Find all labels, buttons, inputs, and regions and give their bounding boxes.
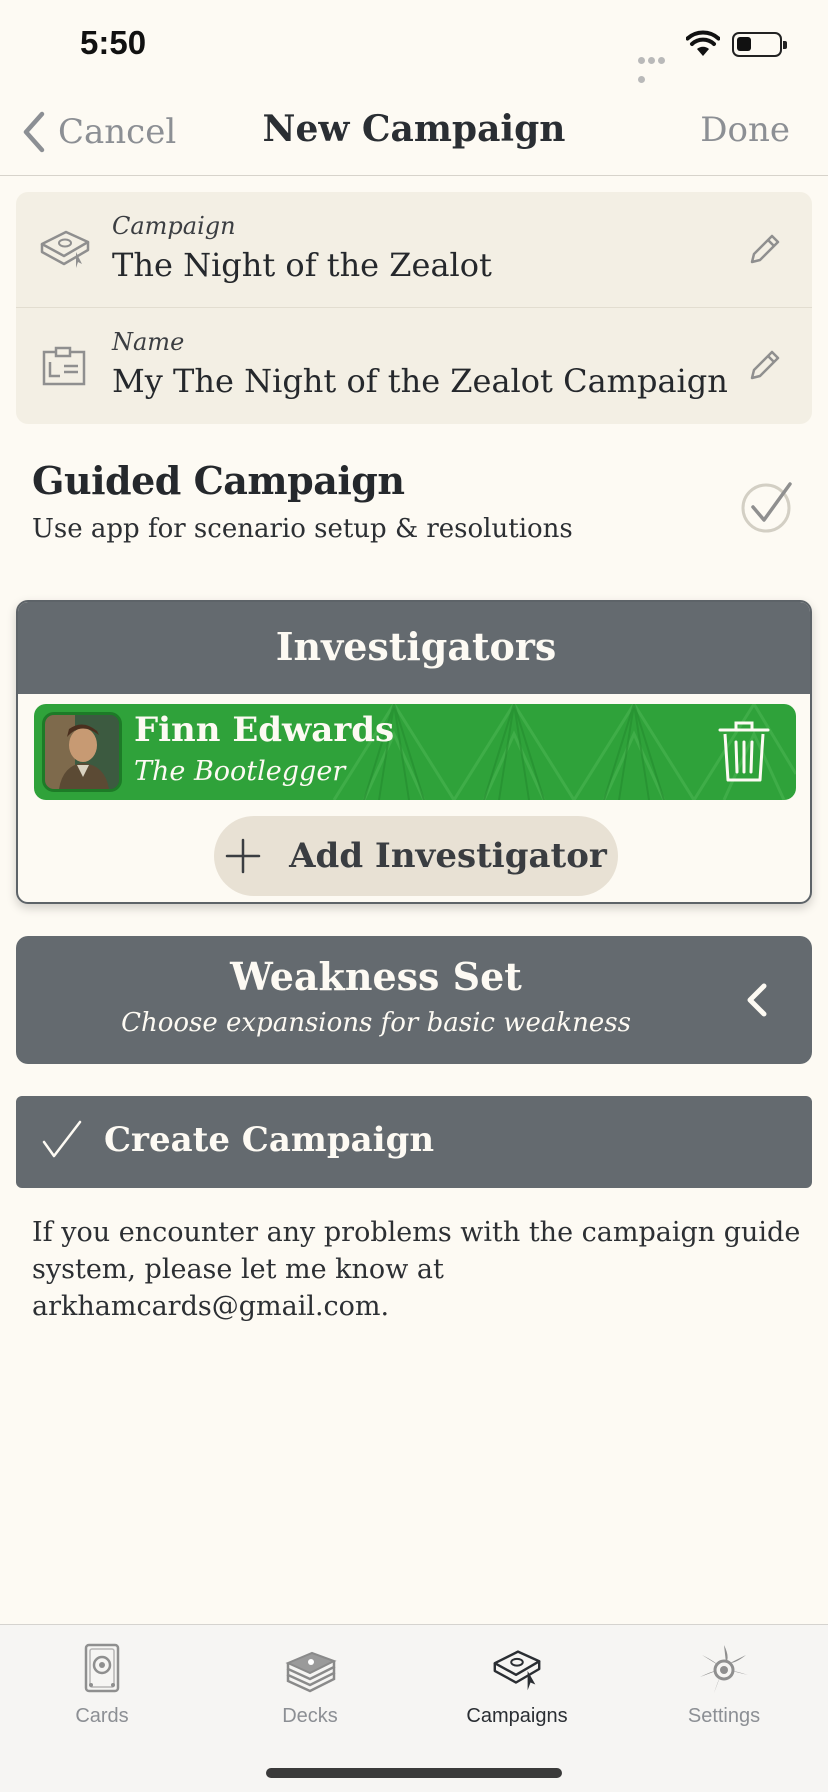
trash-icon[interactable] bbox=[716, 718, 772, 784]
guided-campaign-subtitle: Use app for scenario setup & resolutions bbox=[32, 514, 573, 544]
investigators-card: Investigators Finn Edwards The Bootlegge… bbox=[16, 600, 812, 904]
guided-campaign-title: Guided Campaign bbox=[32, 458, 405, 503]
campaign-book-icon bbox=[40, 230, 90, 268]
investigators-title: Investigators bbox=[275, 624, 557, 669]
campaigns-icon bbox=[493, 1650, 541, 1691]
cards-icon bbox=[84, 1643, 120, 1693]
chevron-left-icon bbox=[747, 983, 767, 1017]
support-note: If you encounter any problems with the c… bbox=[32, 1217, 801, 1322]
pencil-icon[interactable] bbox=[744, 346, 784, 386]
status-bar: 5:50 bbox=[0, 0, 828, 88]
tab-label: Cards bbox=[75, 1705, 129, 1727]
create-campaign-label: Create Campaign bbox=[104, 1120, 435, 1160]
home-indicator bbox=[266, 1768, 562, 1778]
name-row[interactable]: Name My The Night of the Zealot Campaign bbox=[16, 308, 812, 424]
name-card-icon bbox=[42, 346, 86, 386]
settings-icon bbox=[700, 1645, 748, 1693]
tab-cards[interactable]: Cards bbox=[12, 1641, 192, 1741]
investigators-header: Investigators bbox=[18, 602, 810, 694]
tab-settings[interactable]: Settings bbox=[634, 1641, 814, 1741]
plus-icon bbox=[225, 838, 261, 874]
campaign-label: Campaign bbox=[112, 212, 236, 240]
campaign-value: The Night of the Zealot bbox=[112, 246, 492, 284]
checkmark-icon bbox=[42, 1120, 82, 1158]
campaign-row[interactable]: Campaign The Night of the Zealot bbox=[16, 192, 812, 308]
add-investigator-label: Add Investigator bbox=[289, 836, 607, 876]
guided-campaign-toggle[interactable]: Guided Campaign Use app for scenario set… bbox=[32, 458, 796, 558]
navigation-bar: Cancel New Campaign Done bbox=[0, 88, 828, 176]
cancel-button[interactable]: Cancel bbox=[22, 108, 176, 156]
campaign-info-card: Campaign The Night of the Zealot Name My… bbox=[16, 192, 812, 424]
done-button[interactable]: Done bbox=[700, 110, 790, 150]
chevron-left-icon bbox=[23, 111, 45, 153]
battery-icon bbox=[732, 32, 787, 57]
wifi-icon bbox=[686, 30, 720, 56]
investigator-portrait bbox=[42, 712, 122, 792]
decks-icon bbox=[285, 1651, 337, 1693]
cancel-label: Cancel bbox=[58, 112, 177, 152]
name-label: Name bbox=[112, 328, 185, 356]
tab-bar: Cards Decks Campaigns Settings bbox=[0, 1624, 828, 1792]
pencil-icon[interactable] bbox=[744, 230, 784, 270]
investigator-name: Finn Edwards bbox=[134, 710, 395, 750]
add-investigator-button[interactable]: Add Investigator bbox=[214, 816, 618, 896]
checkmark-circle-icon[interactable] bbox=[740, 478, 796, 534]
investigator-subtitle: The Bootlegger bbox=[134, 756, 346, 787]
tab-decks[interactable]: Decks bbox=[220, 1641, 400, 1741]
create-campaign-button[interactable]: Create Campaign bbox=[16, 1096, 812, 1188]
investigator-row[interactable]: Finn Edwards The Bootlegger bbox=[34, 704, 796, 800]
weakness-set-button[interactable]: Weakness Set Choose expansions for basic… bbox=[16, 936, 812, 1064]
tab-campaigns[interactable]: Campaigns bbox=[427, 1641, 607, 1741]
signal-icon bbox=[638, 49, 676, 83]
tab-label: Campaigns bbox=[466, 1705, 568, 1727]
name-value: My The Night of the Zealot Campaign bbox=[112, 362, 728, 400]
status-time: 5:50 bbox=[80, 24, 147, 61]
weakness-set-subtitle: Choose expansions for basic weakness bbox=[121, 1008, 631, 1038]
tab-label: Settings bbox=[687, 1705, 761, 1727]
tab-label: Decks bbox=[282, 1705, 338, 1727]
weakness-set-title: Weakness Set bbox=[230, 954, 522, 999]
